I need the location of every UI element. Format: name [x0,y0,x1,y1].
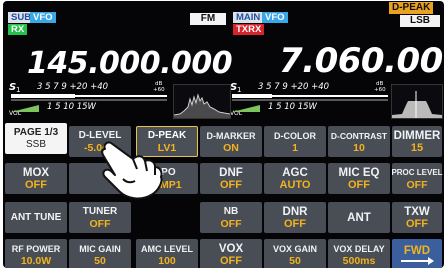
txw-label: TXW [404,205,430,218]
d-color-button[interactable]: D-COLOR 1 [264,126,326,157]
d-contrast-value: 10 [353,141,365,154]
dimmer-label: DIMMER [393,129,441,142]
nb-label: NB [223,205,239,217]
dnf-button[interactable]: DNF OFF [200,163,262,194]
pointing-hand-icon [101,141,163,200]
main-frequency[interactable]: 7.060.000 [279,41,444,81]
tuner-label: TUNER [82,205,118,217]
vox-value: OFF [220,254,242,267]
main-spectrum-scope[interactable] [391,84,443,119]
mic-gain-value: 50 [94,254,106,267]
svg-text:+60: +60 [374,87,386,93]
d-marker-button[interactable]: D-MARKER ON [200,126,262,157]
sub-mode-label: FM [190,13,226,25]
fwd-label: FWD [403,244,431,257]
vox-delay-label: VOX DELAY [333,243,385,254]
vox-delay-button[interactable]: VOX DELAY 500ms [328,239,390,268]
ant-tune-button[interactable]: ANT TUNE [5,202,67,233]
d-contrast-button[interactable]: D-CONTRAST 10 [328,126,390,157]
mic-eq-button[interactable]: MIC EQ OFF [328,163,390,194]
fwd-button[interactable]: FWD [392,239,442,268]
rf-power-value: 10.0W [20,254,52,267]
d-marker-label: D-MARKER [206,130,256,141]
radio-display: SUB VFO RX FM MAIN VFO TXRX D-PEAK LSB 1… [3,1,444,268]
main-mode-label: LSB [400,15,440,27]
sub-s-meter: S 1 3 5 7 9 +20 +40 dB +60 1 5 10 15W VO… [9,81,167,117]
svg-text:1 5 10 15W: 1 5 10 15W [268,102,318,112]
d-color-value: 1 [292,141,298,154]
tuner-button[interactable]: TUNER OFF [69,202,131,233]
agc-button[interactable]: AGC AUTO [264,163,326,194]
d-contrast-label: D-CONTRAST [330,130,388,141]
sub-vfo-tag: VFO [30,12,56,23]
ant-label: ANT [347,211,371,224]
vox-gain-label: VOX GAIN [272,243,317,254]
vox-label: VOX [218,242,244,255]
amc-level-label: AMC LEVEL [140,243,193,254]
d-marker-value: ON [223,141,239,154]
forward-arrow-icon [401,256,434,265]
mic-eq-label: MIC EQ [338,166,380,179]
proc-level-value: OFF [406,178,428,191]
page-label: PAGE 1/3 [13,126,59,138]
mic-gain-button[interactable]: MIC GAIN 50 [69,239,131,268]
txw-button[interactable]: TXW OFF [392,202,442,233]
vox-delay-value: 500ms [342,254,376,267]
rf-power-label: RF POWER [11,243,61,254]
svg-text:3 5 7 9 +20 +40: 3 5 7 9 +20 +40 [258,82,329,92]
main-band-label: MAIN [233,12,264,23]
txw-value: OFF [406,217,428,230]
mox-button[interactable]: MOX OFF [5,163,67,194]
sub-frequency[interactable]: 145.000.000 [27,46,233,81]
main-vfo-tag: VFO [262,12,288,23]
dnf-value: OFF [220,178,242,191]
svg-text:1 5 10 15W: 1 5 10 15W [47,102,97,112]
page-button[interactable]: PAGE 1/3 SSB [5,123,67,154]
mic-eq-value: OFF [348,178,370,191]
svg-text:3 5 7 9 +20 +40: 3 5 7 9 +20 +40 [37,82,108,92]
ant-tune-label: ANT TUNE [10,211,62,223]
ant-button[interactable]: ANT [328,202,390,233]
vox-gain-button[interactable]: VOX GAIN 50 [264,239,326,268]
sub-spectrum-trace [174,93,230,118]
nb-value: OFF [220,217,242,230]
main-spectrum-trace [392,91,442,118]
tuner-value: OFF [89,217,111,230]
dnr-value: OFF [284,217,306,230]
proc-level-label: PROC LEVEL [391,167,443,177]
agc-label: AGC [282,166,308,179]
proc-level-button[interactable]: PROC LEVEL OFF [391,163,443,194]
mox-value: OFF [25,178,47,191]
page-mode: SSB [25,138,46,150]
amc-level-value: 100 [158,254,176,267]
rf-power-button[interactable]: RF POWER 10.0W [5,239,67,268]
amc-level-button[interactable]: AMC LEVEL 100 [136,239,198,268]
d-color-label: D-COLOR [274,130,316,141]
mic-gain-label: MIC GAIN [79,243,121,254]
dnf-label: DNF [219,166,243,179]
svg-text:1: 1 [237,86,241,94]
dnr-label: DNR [282,205,308,218]
dimmer-button[interactable]: DIMMER 15 [392,126,442,157]
txrx-tag: TXRX [233,24,265,35]
vox-button[interactable]: VOX OFF [200,239,262,268]
mox-label: MOX [22,166,50,179]
dimmer-value: 15 [410,141,424,154]
agc-value: AUTO [279,178,311,191]
svg-text:1: 1 [16,86,20,94]
filter-d-peak-tag: D-PEAK [389,2,434,14]
nb-button[interactable]: NB OFF [200,202,262,233]
rx-tag: RX [8,24,28,35]
sub-spectrum-scope[interactable] [173,84,231,119]
svg-text:+60: +60 [153,87,165,93]
main-s-meter: S 1 3 5 7 9 +20 +40 dB +60 1 5 10 15W VO… [230,81,388,117]
vox-gain-value: 50 [289,254,301,267]
dnr-button[interactable]: DNR OFF [264,202,326,233]
